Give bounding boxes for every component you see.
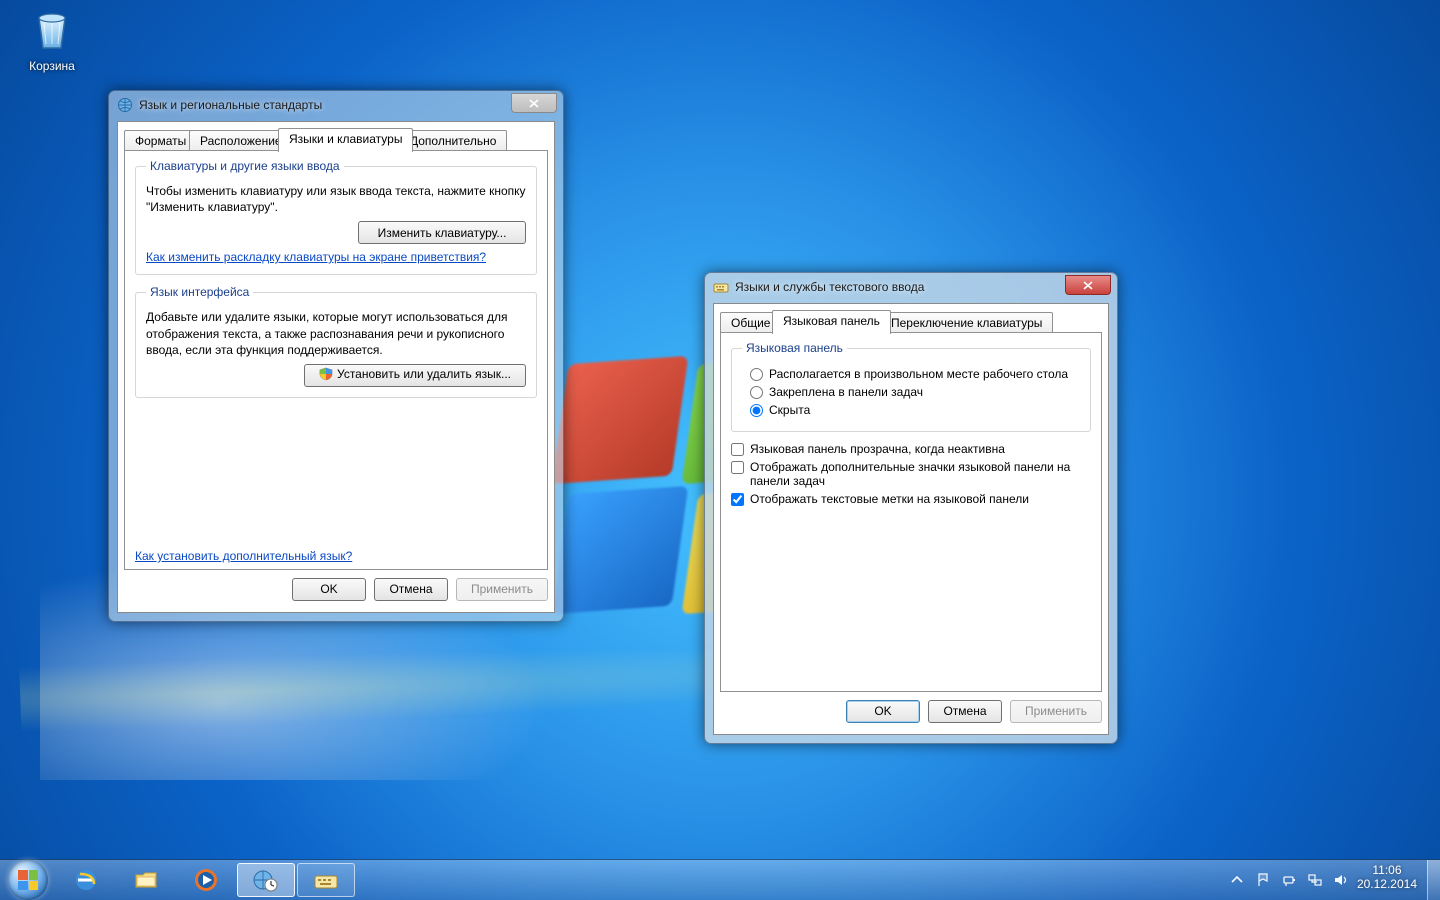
group-keyboards: Клавиатуры и другие языки ввода Чтобы из…: [135, 159, 537, 275]
text-services-dialog: Языки и службы текстового ввода Общие Яз…: [704, 272, 1118, 744]
radio-floating[interactable]: Располагается в произвольном месте рабоч…: [750, 367, 1080, 381]
cancel-button[interactable]: Отмена: [928, 700, 1002, 723]
start-orb-icon: [8, 860, 48, 900]
checkbox-extra-icons[interactable]: Отображать дополнительные значки языково…: [731, 460, 1091, 488]
keyboard-icon: [713, 279, 729, 295]
clock-date: 20.12.2014: [1357, 877, 1417, 891]
close-icon: [1083, 281, 1093, 290]
text-services-tabpage-langbar: Языковая панель Располагается в произвол…: [720, 332, 1102, 692]
region-tabpage-keyboards: Клавиатуры и другие языки ввода Чтобы из…: [124, 150, 548, 570]
clock-time: 11:06: [1357, 863, 1417, 877]
text-services-titlebar[interactable]: Языки и службы текстового ввода: [705, 273, 1117, 301]
close-icon: [529, 99, 539, 108]
tab-formats[interactable]: Форматы: [124, 130, 197, 152]
group-ui-language-desc: Добавьте или удалите языки, которые могу…: [146, 309, 526, 358]
taskbar-spacer: [356, 860, 1219, 900]
checkbox-text-labels-label: Отображать текстовые метки на языковой п…: [750, 492, 1029, 506]
region-tabstrip: Форматы Расположение Языки и клавиатуры …: [124, 128, 548, 152]
checkbox-transparent-when-inactive[interactable]: Языковая панель прозрачна, когда неактив…: [731, 442, 1091, 456]
radio-docked-input[interactable]: [750, 386, 763, 399]
tab-additional[interactable]: Дополнительно: [399, 130, 507, 152]
close-button[interactable]: [511, 93, 557, 113]
taskbar-item-ie[interactable]: [57, 863, 115, 897]
checkbox-extra-icons-input[interactable]: [731, 461, 744, 474]
power-plug-icon[interactable]: [1281, 872, 1297, 888]
text-services-client: Общие Языковая панель Переключение клави…: [713, 303, 1109, 735]
tab-languages-keyboards[interactable]: Языки и клавиатуры: [278, 128, 413, 152]
wmplayer-icon: [192, 866, 220, 894]
taskbar-item-text-services[interactable]: [297, 863, 355, 897]
start-button[interactable]: [0, 860, 56, 900]
checkbox-transparent-label: Языковая панель прозрачна, когда неактив…: [750, 442, 1005, 456]
show-desktop-button[interactable]: [1427, 860, 1440, 900]
recyclebin-icon: [29, 8, 75, 54]
group-keyboards-legend: Клавиатуры и другие языки ввода: [146, 159, 344, 173]
taskbar-clock[interactable]: 11:06 20.12.2014: [1353, 860, 1427, 900]
desktop: Корзина Язык и региональные стандарты Фо…: [0, 0, 1440, 900]
radio-docked-label: Закреплена в панели задач: [769, 385, 923, 399]
help-link-install-extra-language[interactable]: Как установить дополнительный язык?: [135, 549, 352, 563]
checkbox-transparent-input[interactable]: [731, 443, 744, 456]
radio-hidden-input[interactable]: [750, 404, 763, 417]
text-services-dialog-buttons: OK Отмена Применить: [720, 696, 1102, 726]
volume-icon[interactable]: [1333, 872, 1349, 888]
taskbar-item-wmp[interactable]: [177, 863, 235, 897]
close-button[interactable]: [1065, 275, 1111, 295]
system-tray: [1219, 860, 1353, 900]
radio-hidden-label: Скрыта: [769, 403, 810, 417]
ok-button[interactable]: OK: [292, 578, 366, 601]
action-center-flag-icon[interactable]: [1255, 872, 1271, 888]
group-language-bar: Языковая панель Располагается в произвол…: [731, 341, 1091, 432]
radio-docked[interactable]: Закреплена в панели задач: [750, 385, 1080, 399]
taskbar-item-region-language[interactable]: [237, 863, 295, 897]
radio-hidden[interactable]: Скрыта: [750, 403, 1080, 417]
region-language-dialog: Язык и региональные стандарты Форматы Ра…: [108, 90, 564, 622]
apply-button: Применить: [456, 578, 548, 601]
recyclebin-label: Корзина: [14, 59, 90, 73]
radio-floating-input[interactable]: [750, 368, 763, 381]
group-ui-language: Язык интерфейса Добавьте или удалите язы…: [135, 285, 537, 398]
group-language-bar-legend: Языковая панель: [742, 341, 847, 355]
cancel-button[interactable]: Отмена: [374, 578, 448, 601]
keyboard-task-icon: [312, 866, 340, 894]
uac-shield-icon: [319, 367, 333, 384]
install-language-label: Установить или удалить язык...: [337, 367, 511, 381]
text-services-tabstrip: Общие Языковая панель Переключение клави…: [720, 310, 1102, 334]
ok-button[interactable]: OK: [846, 700, 920, 723]
network-icon[interactable]: [1307, 872, 1323, 888]
region-dialog-client: Форматы Расположение Языки и клавиатуры …: [117, 121, 555, 613]
group-ui-language-legend: Язык интерфейса: [146, 285, 253, 299]
text-services-title: Языки и службы текстового ввода: [735, 280, 924, 294]
ie-icon: [72, 866, 100, 894]
region-dialog-title: Язык и региональные стандарты: [139, 98, 322, 112]
tab-keyboard-switching[interactable]: Переключение клавиатуры: [880, 312, 1053, 334]
install-language-button[interactable]: Установить или удалить язык...: [304, 364, 526, 387]
taskbar-item-explorer[interactable]: [117, 863, 175, 897]
checkbox-extra-icons-label: Отображать дополнительные значки языково…: [750, 460, 1091, 488]
region-dialog-titlebar[interactable]: Язык и региональные стандарты: [109, 91, 563, 119]
checkbox-text-labels[interactable]: Отображать текстовые метки на языковой п…: [731, 492, 1091, 506]
recyclebin-desktop-icon[interactable]: Корзина: [14, 8, 90, 73]
tab-language-bar[interactable]: Языковая панель: [772, 310, 891, 334]
checkbox-text-labels-input[interactable]: [731, 493, 744, 506]
tray-chevron-up-icon[interactable]: [1229, 872, 1245, 888]
region-dialog-buttons: OK Отмена Применить: [124, 574, 548, 604]
taskbar: 11:06 20.12.2014: [0, 859, 1440, 900]
help-link-welcome-screen-layout[interactable]: Как изменить раскладку клавиатуры на экр…: [146, 250, 486, 264]
globe-clock-icon: [252, 866, 280, 894]
folder-icon: [132, 866, 160, 894]
group-keyboards-desc: Чтобы изменить клавиатуру или язык ввода…: [146, 183, 526, 215]
change-keyboard-button[interactable]: Изменить клавиатуру...: [358, 221, 526, 244]
apply-button: Применить: [1010, 700, 1102, 723]
radio-floating-label: Располагается в произвольном месте рабоч…: [769, 367, 1068, 381]
globe-icon: [117, 97, 133, 113]
